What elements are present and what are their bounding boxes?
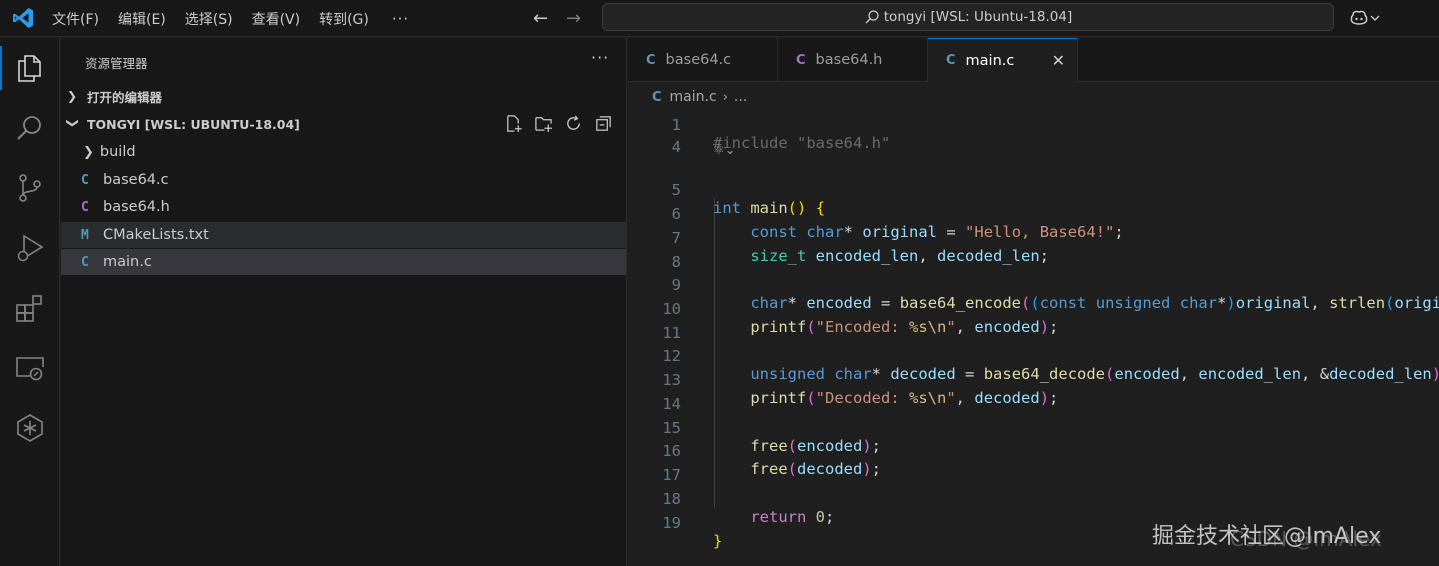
c-file-icon: C	[652, 89, 662, 105]
tab-base64-c[interactable]: C base64.c	[628, 38, 778, 82]
menu-go[interactable]: 转到(G)	[319, 9, 369, 29]
code-line: 11	[662, 324, 681, 342]
code-line: 12 unsigned char* decoded = base64_decod…	[628, 329, 1439, 383]
sidebar-more-button[interactable]: ···	[591, 48, 609, 67]
code-line: 4	[671, 138, 681, 156]
remote-explorer-icon[interactable]	[14, 352, 46, 384]
c-header-file-icon: C	[796, 52, 806, 68]
tongyi-icon[interactable]	[14, 412, 46, 444]
new-folder-icon[interactable]	[534, 114, 553, 133]
new-file-icon[interactable]	[504, 114, 523, 133]
forward-arrow-icon[interactable]: →	[566, 8, 581, 29]
breadcrumb-file[interactable]: main.c	[670, 89, 717, 105]
code-line: 5 int main() {	[671, 181, 826, 217]
workspace-section[interactable]: ❯ TONGYI [WSL: UBUNTU-18.04]	[61, 111, 627, 137]
run-debug-icon[interactable]	[14, 232, 46, 264]
code-line: 7 size_t encoded_len, decoded_len;	[671, 229, 1050, 265]
tab-main-c[interactable]: C main.c ✕	[928, 38, 1078, 82]
search-icon	[865, 10, 879, 24]
search-icon[interactable]	[14, 112, 46, 144]
search-label: tongyi [WSL: Ubuntu-18.04]	[883, 9, 1073, 25]
close-icon[interactable]: ✕	[1052, 51, 1065, 70]
menu-file[interactable]: 文件(F)	[52, 9, 99, 29]
code-line: 18 return 0;	[662, 490, 835, 526]
menu-bar: 文件(F) 编辑(E) 选择(S) 查看(V) 转到(G) ···	[52, 0, 409, 37]
code-text: }	[713, 532, 723, 550]
refresh-icon[interactable]	[564, 114, 583, 133]
explorer-toolbar	[504, 114, 613, 133]
open-editors-label: 打开的编辑器	[87, 89, 163, 105]
tab-label: base64.c	[665, 52, 732, 68]
tongyi-inline-icon[interactable]: ⚛⌄	[713, 143, 736, 158]
activity-bar	[0, 38, 60, 566]
cmake-file-icon: M	[81, 227, 89, 243]
extensions-icon[interactable]	[14, 292, 46, 324]
tree-item-base64-h[interactable]: C base64.h	[61, 194, 626, 220]
tree-item-main-c[interactable]: C main.c	[61, 249, 626, 275]
code-line: 14	[662, 395, 681, 413]
tree-item-label: main.c	[103, 254, 152, 270]
code-line: 13 printf("Decoded: %s\n", decoded);	[662, 371, 1059, 407]
code-line: 17	[662, 466, 681, 484]
code-line: 10 printf("Encoded: %s\n", encoded);	[662, 300, 1059, 336]
c-file-icon: C	[81, 172, 89, 188]
c-file-icon: C	[946, 53, 956, 68]
breadcrumb-symbols[interactable]: ...	[734, 89, 747, 105]
explorer-icon[interactable]	[0, 46, 46, 90]
vscode-window: 文件(F) 编辑(E) 选择(S) 查看(V) 转到(G) ··· ← → to…	[0, 0, 1439, 566]
code-line: 15 free(encoded);	[662, 419, 882, 455]
source-control-icon[interactable]	[14, 172, 46, 204]
chevron-right-icon: ❯	[67, 89, 78, 103]
c-file-icon: C	[646, 52, 656, 68]
command-center-search[interactable]: tongyi [WSL: Ubuntu-18.04]	[602, 3, 1334, 31]
copilot-icon	[1350, 10, 1368, 25]
c-file-icon: C	[81, 254, 89, 270]
breadcrumb: C main.c › ...	[628, 82, 1439, 112]
workspace-label: TONGYI [WSL: UBUNTU-18.04]	[87, 116, 300, 132]
watermark: 掘金技术社区@ImAlex	[1152, 524, 1382, 549]
title-bar: 文件(F) 编辑(E) 选择(S) 查看(V) 转到(G) ··· ← → to…	[0, 0, 1439, 37]
collapse-all-icon[interactable]	[594, 114, 613, 133]
tree-item-cmakelists[interactable]: M CMakeLists.txt	[61, 222, 626, 248]
tab-label: main.c	[965, 52, 1015, 69]
code-line: 9 char* encoded = base64_encode((const u…	[628, 258, 1439, 312]
chevron-down-icon: ❯	[66, 118, 80, 129]
code-editor[interactable]: 1 #include "base64.h" 4 ⚛⌄ 5 int main() …	[628, 112, 1439, 566]
explorer-sidebar: 资源管理器 ··· ❯ 打开的编辑器 ❯ TONGYI [WSL: UBUNTU…	[61, 38, 627, 566]
menu-selection[interactable]: 选择(S)	[185, 9, 233, 29]
breadcrumb-separator: ›	[722, 89, 728, 105]
copilot-menu-button[interactable]	[1349, 8, 1381, 28]
tree-item-label: base64.c	[103, 172, 169, 188]
tree-item-label: CMakeLists.txt	[103, 227, 209, 243]
tab-label: base64.h	[815, 52, 883, 68]
code-line: 8	[671, 253, 681, 271]
code-line: 16 free(decoded);	[662, 442, 882, 478]
tab-base64-h[interactable]: C base64.h	[778, 38, 928, 82]
tree-item-base64-c[interactable]: C base64.c	[61, 167, 626, 193]
tree-item-build[interactable]: ❯ build	[61, 139, 626, 165]
back-arrow-icon[interactable]: ←	[533, 8, 548, 29]
sidebar-title: 资源管理器	[85, 56, 148, 71]
menu-edit[interactable]: 编辑(E)	[118, 9, 166, 29]
tree-item-label: build	[99, 144, 136, 160]
open-editors-section[interactable]: ❯ 打开的编辑器	[61, 83, 627, 109]
code-line: 6 const char* original = "Hello, Base64!…	[671, 205, 1124, 241]
tree-item-label: base64.h	[103, 199, 170, 215]
c-header-file-icon: C	[81, 199, 89, 215]
vscode-logo-icon	[13, 8, 33, 28]
chevron-right-icon: ❯	[83, 144, 94, 160]
menu-more-button[interactable]: ···	[392, 10, 409, 28]
code-line: 19 }	[662, 514, 723, 550]
menu-view[interactable]: 查看(V)	[252, 9, 301, 29]
chevron-down-icon	[1370, 15, 1380, 21]
editor-tabs: C base64.c C base64.h C main.c ✕	[628, 38, 1439, 82]
